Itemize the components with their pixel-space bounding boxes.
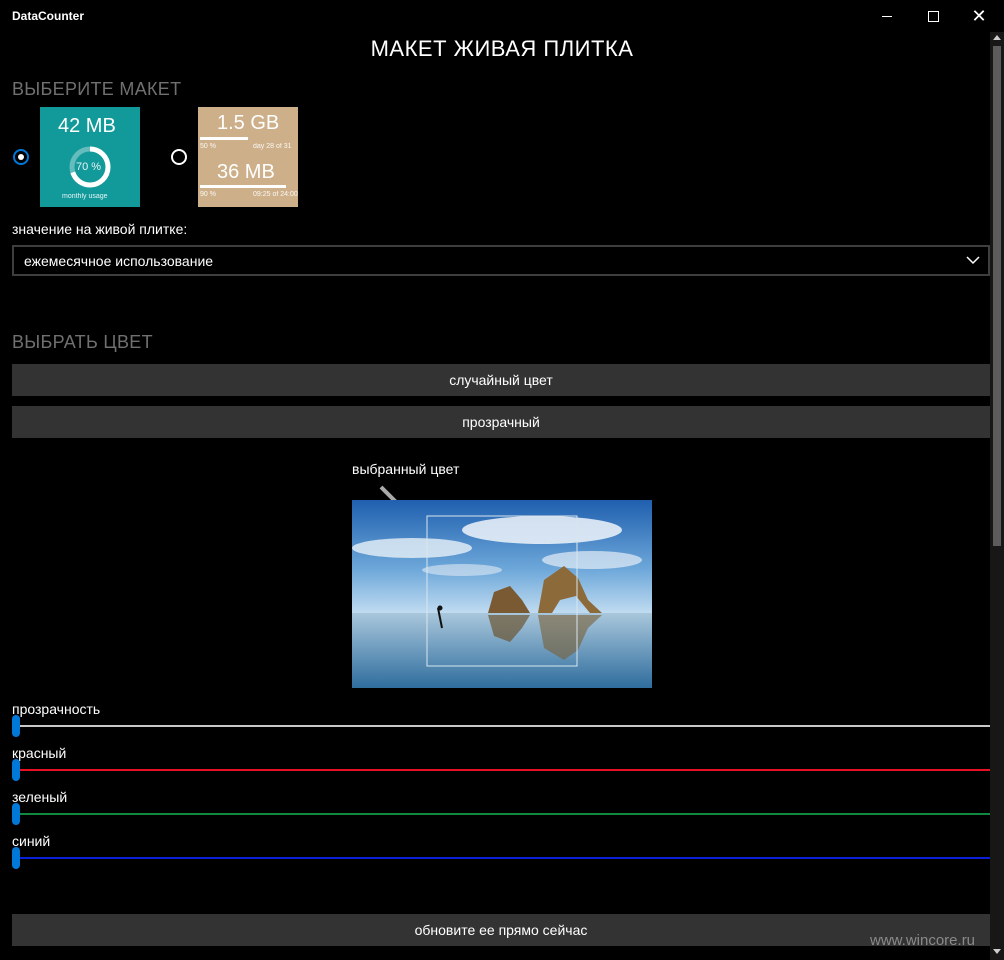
vertical-scrollbar[interactable]	[990, 32, 1004, 960]
tile-value-2: 36 MB	[217, 161, 275, 183]
value-label: значение на живой плитке:	[12, 221, 188, 237]
slider-track-opacity[interactable]	[12, 725, 990, 727]
minimize-button[interactable]	[864, 0, 910, 32]
section-title-layout: ВЫБЕРИТЕ МАКЕТ	[12, 79, 182, 99]
tile-percent-1: 50 %	[200, 143, 216, 150]
color-preview-image	[352, 500, 652, 688]
slider-track-red[interactable]	[12, 769, 990, 771]
tile-percent-2: 90 %	[200, 191, 216, 198]
tile-preview-1[interactable]: 42 MB 70 % monthly usage	[40, 107, 140, 207]
slider-label-opacity: прозрачность	[12, 701, 101, 717]
slider-label-red: красный	[12, 745, 67, 761]
chevron-down-icon	[966, 256, 980, 265]
slider-thumb-blue[interactable]	[12, 847, 20, 869]
scroll-thumb[interactable]	[993, 46, 1001, 546]
update-now-button[interactable]: обновите ее прямо сейчас	[12, 914, 990, 946]
tile-day: day 28 of 31	[253, 143, 292, 150]
watermark: www.wincore.ru	[870, 932, 976, 949]
close-button[interactable]: ✕	[956, 0, 1002, 32]
slider-label-green: зеленый	[12, 789, 68, 805]
transparent-button[interactable]: прозрачный	[12, 406, 990, 438]
section-title-color: ВЫБРАТЬ ЦВЕТ	[12, 332, 153, 352]
value-dropdown[interactable]: ежемесячное использование	[12, 245, 990, 276]
close-icon: ✕	[971, 6, 987, 26]
tile-progress-2	[200, 185, 286, 188]
slider-thumb-red[interactable]	[12, 759, 20, 781]
title-bar: DataCounter ✕	[0, 0, 1004, 33]
page-title: МАКЕТ ЖИВАЯ ПЛИТКА	[370, 36, 634, 61]
slider-track-blue[interactable]	[12, 857, 990, 859]
tile-preview-2[interactable]: 1.5 GB 50 % day 28 of 31 36 MB 90 % 09:2…	[198, 107, 298, 207]
app-title: DataCounter	[12, 9, 85, 23]
dropdown-value: ежемесячное использование	[24, 252, 214, 269]
scroll-down-icon[interactable]	[993, 949, 1001, 954]
tile-percent: 70 %	[76, 161, 102, 173]
tile-progress-1	[200, 137, 248, 140]
minimize-icon	[882, 15, 892, 17]
selected-color-label: выбранный цвет	[352, 461, 460, 477]
slider-thumb-opacity[interactable]	[12, 715, 20, 737]
maximize-button[interactable]	[910, 0, 956, 32]
radio-layout-2[interactable]	[171, 149, 187, 165]
radio-layout-1[interactable]	[13, 149, 29, 165]
maximize-icon	[927, 10, 939, 22]
random-color-button[interactable]: случайный цвет	[12, 364, 990, 396]
tile-value: 42 MB	[58, 115, 116, 137]
tile-value-1: 1.5 GB	[217, 112, 280, 134]
tile-time: 09:25 of 24:00	[253, 191, 298, 198]
slider-track-green[interactable]	[12, 813, 990, 815]
slider-thumb-green[interactable]	[12, 803, 20, 825]
scroll-up-icon[interactable]	[993, 35, 1001, 40]
tile-caption: monthly usage	[62, 193, 108, 200]
